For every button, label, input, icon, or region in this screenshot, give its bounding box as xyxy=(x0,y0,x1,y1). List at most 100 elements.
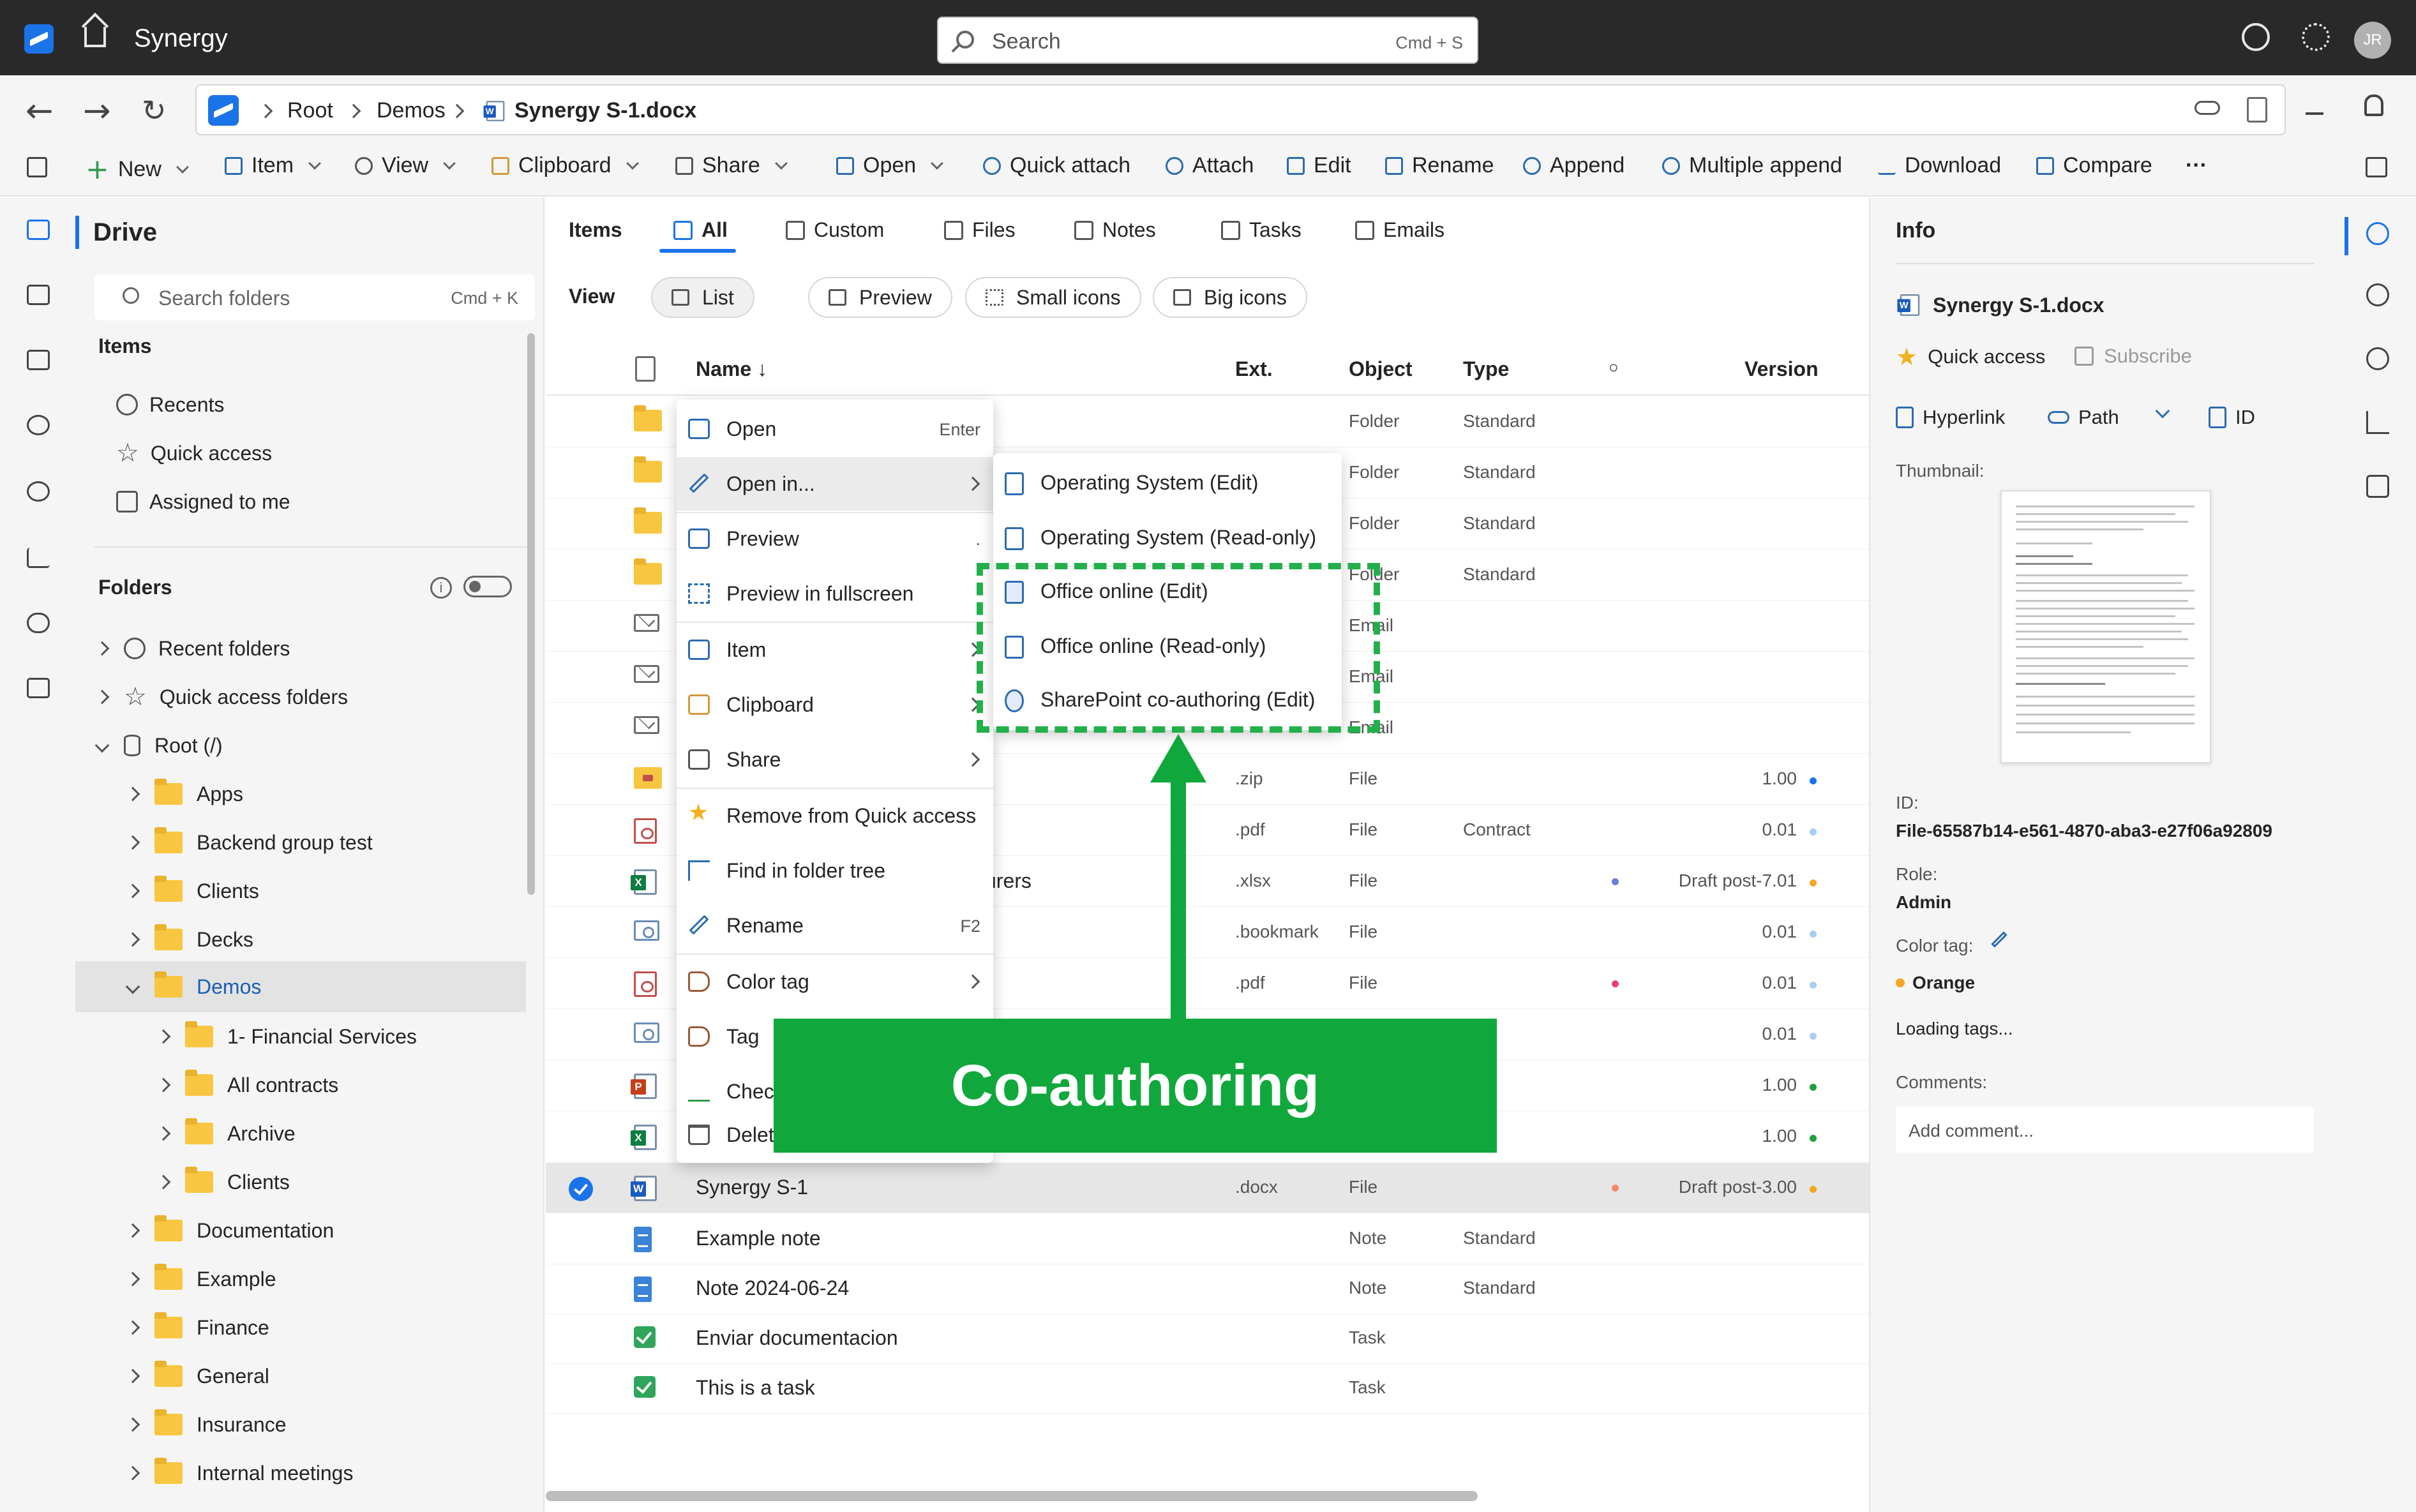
table-row[interactable]: Example note Note Standard xyxy=(546,1214,1869,1264)
chevron-right-icon[interactable] xyxy=(125,835,140,850)
inbox-icon[interactable] xyxy=(27,350,50,370)
file-link-icon[interactable] xyxy=(2247,97,2267,123)
info-icon[interactable] xyxy=(2366,222,2389,245)
tree-item-decks[interactable]: Decks xyxy=(88,919,522,960)
panel-toggle-icon[interactable] xyxy=(2366,157,2387,177)
link-icon[interactable] xyxy=(2195,101,2220,115)
sidebar-item-assigned-to-me[interactable]: Assigned to me xyxy=(116,488,290,516)
tab-emails[interactable]: Emails xyxy=(1355,218,1444,242)
drive-icon[interactable] xyxy=(27,220,50,240)
folder-search-input[interactable]: Search folders Cmd + K xyxy=(94,274,535,320)
sidebar-toggle-icon[interactable] xyxy=(27,157,47,177)
view-preview-button[interactable]: Preview xyxy=(808,277,952,318)
tree-item-example[interactable]: Example xyxy=(88,1259,522,1299)
compare-button[interactable]: Compare xyxy=(2036,153,2152,178)
hyperlink-button[interactable]: Hyperlink xyxy=(1896,406,2005,429)
tree-item-financial-services[interactable]: 1- Financial Services xyxy=(88,1016,522,1057)
breadcrumb-current-file[interactable]: Synergy S-1.docx xyxy=(514,98,696,123)
search-icon[interactable] xyxy=(27,415,50,435)
chevron-right-icon[interactable] xyxy=(125,1417,140,1432)
clipboard-button[interactable]: Clipboard xyxy=(491,153,639,178)
tree-item-apps[interactable]: Apps xyxy=(88,774,522,814)
sidebar-item-recents[interactable]: Recents xyxy=(116,391,224,419)
chevron-right-icon[interactable] xyxy=(125,1368,140,1384)
checkbox-checked-icon[interactable] xyxy=(569,1177,593,1201)
table-row[interactable]: This is a task Task xyxy=(546,1363,1869,1414)
attach-button[interactable]: Attach xyxy=(1166,153,1254,178)
menu-item-color-tag[interactable]: Color tag xyxy=(677,955,993,1008)
tree-item-quick-access-folders[interactable]: ☆ Quick access folders xyxy=(88,677,522,717)
breadcrumb-demos[interactable]: Demos xyxy=(377,98,446,123)
table-row[interactable]: Enviar documentacion Task xyxy=(546,1314,1869,1364)
id-button[interactable]: ID xyxy=(2209,406,2255,429)
chevron-right-icon[interactable] xyxy=(94,641,110,656)
download-button[interactable]: Download xyxy=(1878,153,2001,178)
rename-button[interactable]: Rename xyxy=(1385,153,1494,178)
sidebar-item-quick-access[interactable]: ☆ Quick access xyxy=(116,439,272,467)
tree-item-internal-meetings[interactable]: Internal meetings xyxy=(88,1453,522,1493)
search-icon[interactable] xyxy=(2366,347,2389,370)
chevron-right-icon[interactable] xyxy=(156,1077,171,1093)
more-button[interactable]: ··· xyxy=(2186,153,2207,178)
info-icon[interactable]: i xyxy=(430,577,452,599)
chevron-right-icon[interactable] xyxy=(125,786,140,802)
branch-icon[interactable] xyxy=(2366,283,2389,306)
tree-item-all-contracts[interactable]: All contracts xyxy=(88,1065,522,1105)
tab-notes[interactable]: Notes xyxy=(1074,218,1156,242)
chevron-down-icon[interactable] xyxy=(2155,403,2170,419)
grid-icon[interactable] xyxy=(27,285,50,305)
document-icon[interactable] xyxy=(2366,475,2389,498)
chevron-right-icon[interactable] xyxy=(156,1029,171,1044)
new-button[interactable]: + New xyxy=(86,153,189,186)
tab-custom[interactable]: Custom xyxy=(786,218,884,242)
tree-item-root[interactable]: Root (/) xyxy=(88,725,522,766)
breadcrumb-root[interactable]: Root xyxy=(287,98,333,123)
menu-item-clipboard[interactable]: Clipboard xyxy=(677,678,993,731)
pencil-icon[interactable] xyxy=(1991,931,2007,948)
item-button[interactable]: Item xyxy=(225,153,322,178)
tree-item-demos[interactable]: Demos xyxy=(75,961,526,1012)
synergy-logo-icon[interactable] xyxy=(24,24,54,54)
tree-item-backend-group-test[interactable]: Backend group test xyxy=(88,822,522,863)
menu-item-remove-quick-access[interactable]: ★ Remove from Quick access xyxy=(677,789,993,842)
global-search-input[interactable]: Search Cmd + S xyxy=(937,17,1478,64)
submenu-item-os-readonly[interactable]: Operating System (Read-only) xyxy=(993,512,1342,565)
quick-attach-button[interactable]: Quick attach xyxy=(983,153,1130,178)
chevron-down-icon[interactable] xyxy=(125,979,140,994)
chevron-right-icon[interactable] xyxy=(156,1126,171,1141)
chevron-right-icon[interactable] xyxy=(125,1271,140,1287)
tree-item-documentation[interactable]: Documentation xyxy=(88,1210,522,1251)
column-type[interactable]: Type xyxy=(1463,357,1509,381)
folders-toggle[interactable] xyxy=(463,576,512,597)
menu-item-find-in-folder-tree[interactable]: Find in folder tree xyxy=(677,844,993,897)
document-thumbnail[interactable] xyxy=(2000,490,2211,763)
add-comment-input[interactable]: Add comment... xyxy=(1896,1107,2314,1153)
tree-item-finance[interactable]: Finance xyxy=(88,1307,522,1348)
view-big-icons-button[interactable]: Big icons xyxy=(1153,277,1307,318)
menu-item-preview[interactable]: Preview . xyxy=(677,512,993,565)
menu-item-share[interactable]: Share xyxy=(677,733,993,786)
sidebar-scrollbar[interactable] xyxy=(527,333,535,895)
refresh-icon[interactable]: ↻ xyxy=(142,93,167,128)
back-arrow-icon[interactable]: ← xyxy=(26,92,54,130)
menu-item-preview-fullscreen[interactable]: Preview in fullscreen xyxy=(677,567,993,620)
gear-icon[interactable] xyxy=(2302,23,2330,51)
forward-arrow-icon[interactable]: → xyxy=(83,92,111,130)
path-button[interactable]: Path xyxy=(2048,406,2119,429)
tree-item-clients[interactable]: Clients xyxy=(88,871,522,911)
users-icon[interactable] xyxy=(27,481,50,502)
view-button[interactable]: View xyxy=(355,153,456,178)
column-name[interactable]: Name ↓ xyxy=(696,357,767,381)
bell-icon[interactable] xyxy=(2364,94,2383,116)
cloud-sync-icon[interactable] xyxy=(27,613,50,633)
horizontal-scrollbar[interactable] xyxy=(546,1491,1478,1501)
help-icon[interactable] xyxy=(2242,23,2270,51)
column-object[interactable]: Object xyxy=(1349,357,1413,381)
avatar[interactable]: JR xyxy=(2354,22,2391,59)
append-button[interactable]: Append xyxy=(1523,153,1624,178)
tab-tasks[interactable]: Tasks xyxy=(1221,218,1302,242)
analytics-icon[interactable] xyxy=(27,548,50,568)
column-version[interactable]: Version xyxy=(1744,357,1819,381)
chevron-right-icon[interactable] xyxy=(125,1320,140,1335)
tab-all[interactable]: All xyxy=(673,218,728,242)
